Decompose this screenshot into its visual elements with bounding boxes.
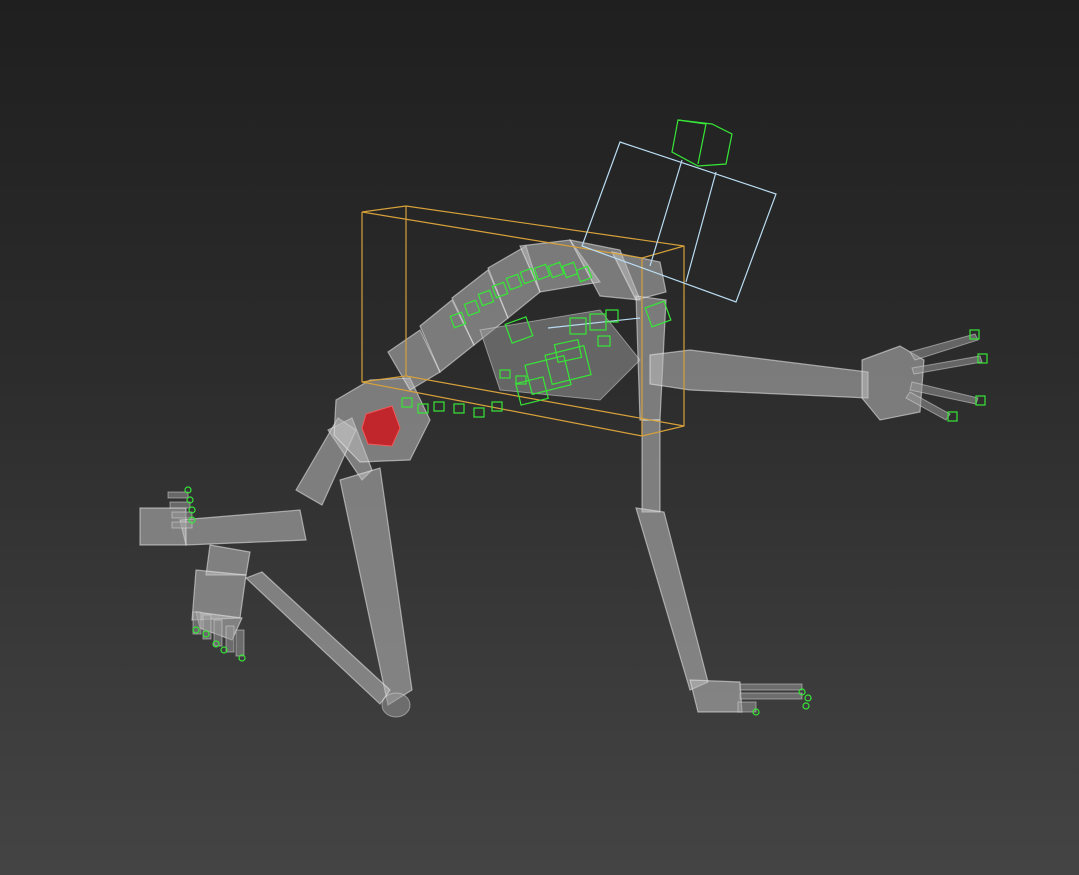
left-arm[interactable] [139,417,357,546]
left-foot[interactable] [192,611,245,657]
viewport-scene[interactable] [0,0,1079,875]
right-leg[interactable] [649,333,983,421]
3d-viewport[interactable] [0,0,1079,875]
head-control[interactable] [671,119,733,167]
ribcage[interactable] [479,309,641,401]
